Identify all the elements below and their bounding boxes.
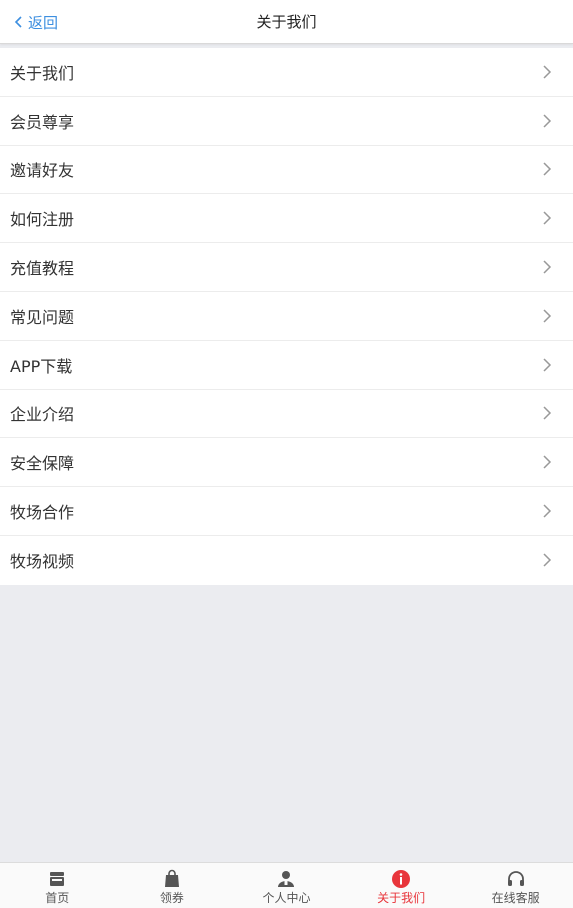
tab-label: 个人中心 xyxy=(262,891,311,905)
chevron-right-icon xyxy=(543,309,552,323)
tab-label: 领券 xyxy=(159,891,184,905)
tab-profile[interactable]: 个人中心 xyxy=(229,863,344,908)
menu-item-how-to-register[interactable]: 如何注册 xyxy=(0,194,573,244)
menu-item-ranch-cooperation[interactable]: 牧场合作 xyxy=(0,487,573,536)
menu-item-company-intro[interactable]: 企业介绍 xyxy=(0,390,573,439)
tab-label: 在线客服 xyxy=(491,891,540,905)
chevron-right-icon xyxy=(543,455,552,469)
info-icon xyxy=(392,870,411,888)
chevron-left-icon xyxy=(14,16,22,28)
menu-item-app-download[interactable]: APP下载 xyxy=(0,341,573,390)
menu-item-label: 关于我们 xyxy=(10,63,75,83)
menu-item-about-us[interactable]: 关于我们 xyxy=(0,48,573,97)
menu-item-recharge-guide[interactable]: 充值教程 xyxy=(0,243,573,292)
menu-item-label: 安全保障 xyxy=(10,454,75,474)
bottom-tab-bar: 首页 领券 个人中心 关于我们 在线客服 xyxy=(0,862,573,908)
chevron-right-icon xyxy=(543,504,552,518)
menu-item-security[interactable]: 安全保障 xyxy=(0,438,573,488)
chevron-right-icon xyxy=(543,114,552,128)
menu-item-label: 充值教程 xyxy=(10,259,75,279)
menu-item-label: 常见问题 xyxy=(10,307,75,327)
headset-icon xyxy=(507,871,524,886)
top-nav-bar: 返回 关于我们 xyxy=(0,0,573,44)
tab-coupons[interactable]: 领券 xyxy=(115,863,230,908)
tab-customer-service[interactable]: 在线客服 xyxy=(458,863,573,908)
menu-item-faq[interactable]: 常见问题 xyxy=(0,292,573,341)
menu-item-vip[interactable]: 会员尊享 xyxy=(0,97,573,146)
menu-list: 关于我们 会员尊享 邀请好友 如何注册 充值教程 常见问题 APP下载 企业介绍… xyxy=(0,48,573,585)
chevron-right-icon xyxy=(543,162,552,177)
chevron-right-icon xyxy=(543,553,552,567)
tab-label: 关于我们 xyxy=(377,891,426,905)
menu-item-label: 牧场视频 xyxy=(10,552,75,572)
store-icon xyxy=(50,872,65,886)
menu-item-invite-friends[interactable]: 邀请好友 xyxy=(0,146,573,195)
menu-item-label: 会员尊享 xyxy=(10,112,75,132)
menu-item-label: 牧场合作 xyxy=(10,503,75,523)
menu-item-label: 如何注册 xyxy=(10,210,75,230)
tab-label: 首页 xyxy=(45,891,70,905)
chevron-right-icon xyxy=(543,260,552,274)
back-label: 返回 xyxy=(28,13,59,32)
chevron-right-icon xyxy=(543,406,552,420)
shopping-bag-icon xyxy=(164,869,179,887)
chevron-right-icon xyxy=(543,211,552,225)
page-title: 关于我们 xyxy=(256,13,317,31)
tab-about-us[interactable]: 关于我们 xyxy=(344,863,459,908)
tab-home[interactable]: 首页 xyxy=(0,863,115,908)
back-button[interactable]: 返回 xyxy=(12,0,58,44)
user-icon xyxy=(278,871,295,887)
menu-item-label: 企业介绍 xyxy=(10,405,75,425)
chevron-right-icon xyxy=(543,358,552,372)
chevron-right-icon xyxy=(543,65,552,79)
menu-item-label: APP下载 xyxy=(10,356,73,376)
menu-item-label: 邀请好友 xyxy=(10,161,75,181)
menu-item-ranch-video[interactable]: 牧场视频 xyxy=(0,536,573,585)
